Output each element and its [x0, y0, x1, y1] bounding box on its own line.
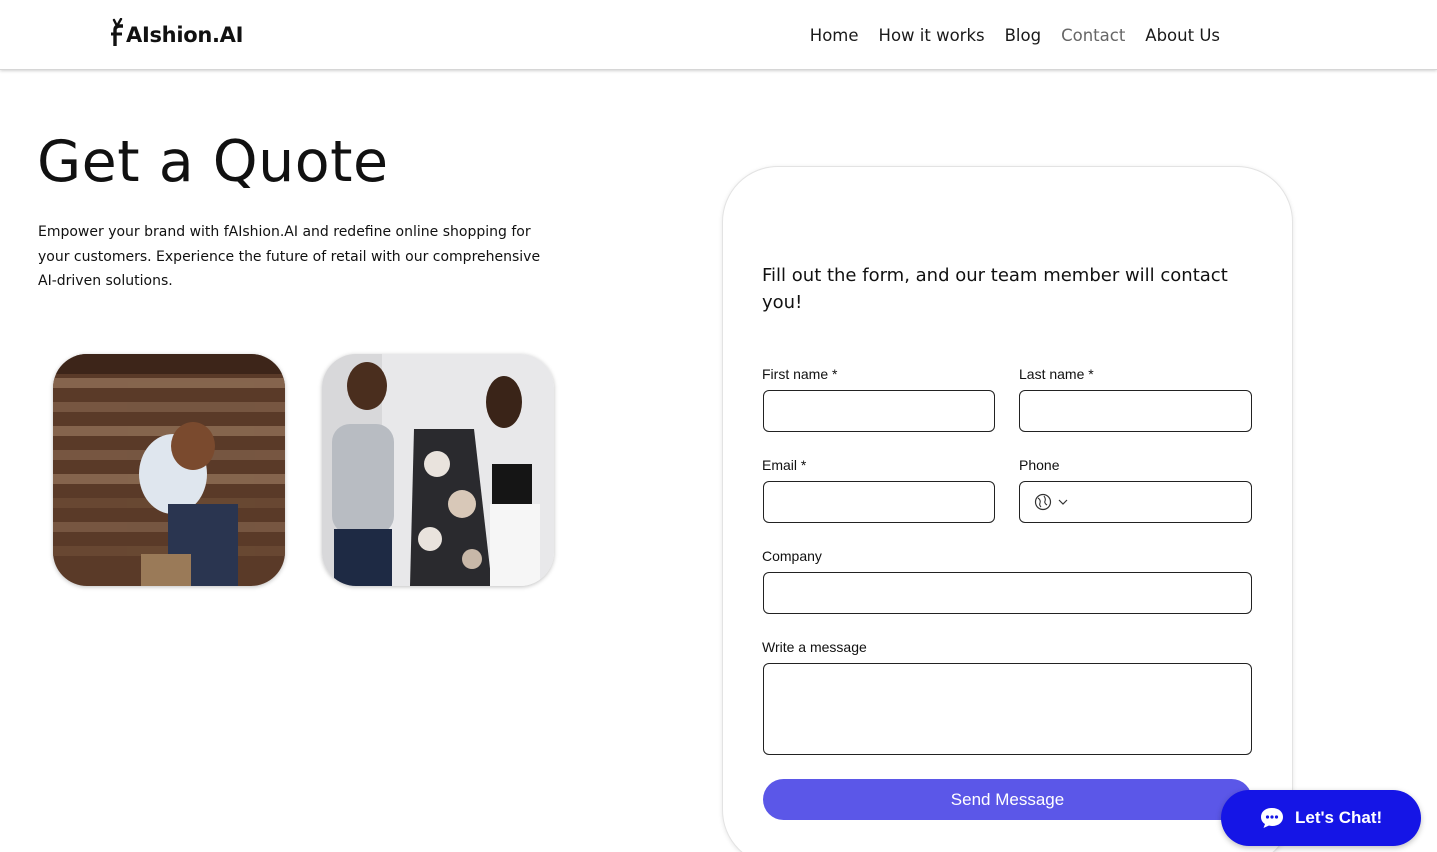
- company-field[interactable]: [763, 572, 1252, 614]
- nav-about-us[interactable]: About Us: [1145, 27, 1220, 45]
- message-textarea[interactable]: [764, 664, 1251, 754]
- company-label: Company: [762, 548, 822, 564]
- hanger-logo-icon: [111, 18, 123, 46]
- shoe-store-photo: [53, 354, 285, 586]
- site-header: AIshion.AI Home How it works Blog Contac…: [0, 0, 1437, 70]
- fashion-stylist-photo: [322, 354, 554, 586]
- nav-home[interactable]: Home: [810, 27, 859, 45]
- main-nav: Home How it works Blog Contact About Us: [810, 27, 1220, 45]
- chat-bubble-icon: [1261, 808, 1283, 828]
- last-name-field[interactable]: [1019, 390, 1252, 432]
- nav-contact[interactable]: Contact: [1061, 27, 1125, 45]
- nav-blog[interactable]: Blog: [1005, 27, 1041, 45]
- email-label: Email *: [762, 457, 807, 473]
- nav-how-it-works[interactable]: How it works: [879, 27, 985, 45]
- first-name-field[interactable]: [763, 390, 995, 432]
- last-name-label: Last name *: [1019, 366, 1094, 382]
- lets-chat-button[interactable]: Let's Chat!: [1221, 790, 1421, 846]
- message-field[interactable]: [763, 663, 1252, 755]
- send-message-button[interactable]: Send Message: [763, 779, 1252, 820]
- intro-text: Empower your brand with fAIshion.AI and …: [38, 224, 541, 289]
- first-name-input[interactable]: [764, 391, 994, 431]
- email-input[interactable]: [764, 482, 994, 522]
- form-heading: Fill out the form, and our team member w…: [762, 265, 1228, 313]
- phone-field[interactable]: [1019, 481, 1252, 523]
- brand-logo[interactable]: AIshion.AI: [110, 18, 243, 46]
- brand-logo-text: AIshion.AI: [126, 23, 244, 47]
- first-name-label: First name *: [762, 366, 838, 382]
- page-title: Get a Quote: [37, 129, 389, 195]
- country-code-selector[interactable]: [1034, 493, 1068, 511]
- phone-label: Phone: [1019, 457, 1060, 473]
- last-name-input[interactable]: [1020, 391, 1251, 431]
- company-input[interactable]: [764, 573, 1251, 613]
- chevron-down-icon: [1058, 499, 1068, 505]
- message-label: Write a message: [762, 639, 867, 655]
- email-field[interactable]: [763, 481, 995, 523]
- globe-icon: [1034, 493, 1052, 511]
- chat-label: Let's Chat!: [1295, 808, 1383, 827]
